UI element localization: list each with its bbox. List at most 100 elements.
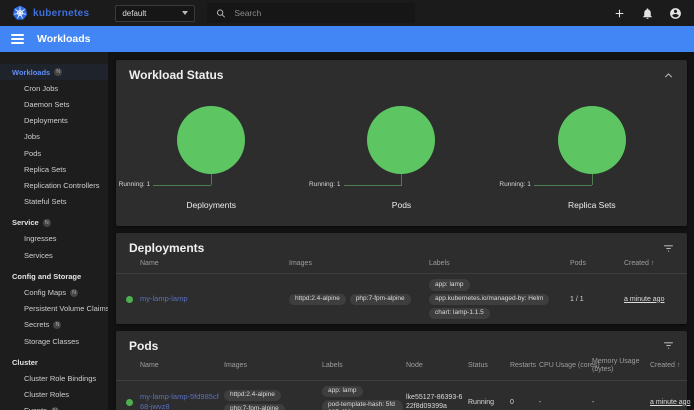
column-header-created[interactable]: Created ↑ [624,260,677,268]
menu-hamburger-icon[interactable] [11,34,24,44]
column-header-labels: Labels [429,260,570,268]
image-chip: httpd:2.4-alpine [224,390,281,401]
search-icon [216,8,226,19]
column-header-pods: Pods [570,260,624,268]
user-account-icon[interactable] [669,7,682,20]
sidebar-item-cluster-roles[interactable]: Cluster Roles [0,387,108,403]
column-header-images: Images [289,260,429,268]
pod-name-link[interactable]: my-lamp-lamp-5fd985cf68-jwvz8 [140,392,224,410]
sidebar-section-config-and-storage[interactable]: Config and Storage [0,268,108,284]
column-header-images: Images [224,362,322,370]
namespaced-badge-icon: N [43,219,51,227]
label-chip: pod-template-hash: 5fd985cf68 [322,400,403,410]
namespaced-badge-icon: N [70,289,78,297]
sidebar-item-services[interactable]: Services [0,247,108,263]
add-resource-icon[interactable] [613,7,626,20]
sort-ascending-icon: ↑ [651,260,655,268]
chevron-down-icon [182,11,188,15]
label-chip: app.kubernetes.io/managed-by: Helm [429,294,549,305]
pod-cpu-usage: - [539,399,592,406]
filter-icon[interactable] [662,242,675,255]
sidebar-item-deployments[interactable]: Deployments [0,113,108,129]
search-bar[interactable] [207,3,415,23]
legend-connector [534,185,592,186]
sidebar-item-jobs[interactable]: Jobs [0,129,108,145]
sidebar-item-daemon-sets[interactable]: Daemon Sets [0,96,108,112]
pods-chart-legend: Running: 1 [309,181,340,188]
created-timestamp: a minute ago [624,296,677,303]
deployments-pie-chart [177,106,245,174]
search-input[interactable] [234,8,406,18]
column-header-cpu: CPU Usage (cores) [539,362,592,370]
image-chip: php:7-fpm-alpine [224,404,285,410]
deployments-card: Deployments Name Images Labels Pods Crea… [116,233,687,324]
sidebar-item-cron-jobs[interactable]: Cron Jobs [0,80,108,96]
page-title: Workloads [37,33,90,45]
sidebar-item-workloads[interactable]: Workloads N [0,64,108,80]
pods-chart: Running: 1 Pods [306,86,496,226]
sidebar-item-events[interactable]: Events N [0,403,108,410]
deployments-chart-title: Deployments [116,200,306,210]
page-toolbar: Workloads [0,26,694,52]
deployments-table-header: Name Images Labels Pods Created ↑ [116,257,687,274]
legend-connector [344,185,402,186]
sort-ascending-icon: ↑ [677,362,681,370]
legend-connector [211,174,212,185]
sidebar-item-ingresses[interactable]: Ingresses [0,231,108,247]
deployments-chart: Running: 1 Deployments [116,86,306,226]
created-timestamp: a minute ago [650,399,690,406]
namespace-value: default [122,9,146,18]
sidebar-section-cluster[interactable]: Cluster [0,354,108,370]
pods-chart-title: Pods [306,200,496,210]
workload-status-title: Workload Status [129,68,223,82]
column-header-memory: Memory Usage (bytes) [592,358,650,375]
top-bar-actions [613,7,682,20]
filter-icon[interactable] [662,339,675,352]
pods-table-header: Name Images Labels Node Status Restarts … [116,355,687,381]
pods-card-title: Pods [129,339,158,353]
pod-restarts: 0 [510,399,539,406]
collapse-chevron-up-icon[interactable] [662,69,675,82]
column-header-created[interactable]: Created ↑ [650,362,680,370]
sidebar-item-service[interactable]: Service N [0,215,108,231]
sidebar-item-cluster-role-bindings[interactable]: Cluster Role Bindings [0,370,108,386]
sidebar-item-persistent-volume-claims[interactable]: Persistent Volume Claims N [0,301,108,317]
image-chip: httpd:2.4-alpine [289,294,346,305]
main-content: Workload Status Running: 1 Deployments [108,52,694,410]
deployment-name-link[interactable]: my-lamp-lamp [140,294,289,304]
sidebar-item-config-maps[interactable]: Config Maps N [0,284,108,300]
sidebar-item-secrets[interactable]: Secrets N [0,317,108,333]
sidebar-item-storage-classes[interactable]: Storage Classes [0,333,108,349]
legend-connector [592,174,593,185]
namespace-selector[interactable]: default [115,5,195,22]
image-chip: php:7-fpm-alpine [350,294,411,305]
column-header-name[interactable]: Name [140,260,289,268]
column-header-restarts: Restarts [510,362,539,370]
legend-connector [153,185,211,186]
column-header-status: Status [468,362,510,370]
sidebar-item-replication-controllers[interactable]: Replication Controllers [0,177,108,193]
kubernetes-logo-icon [12,5,28,21]
notifications-bell-icon[interactable] [641,7,654,20]
pods-card: Pods Name Images Labels Node Status Rest… [116,331,687,410]
deployments-card-title: Deployments [129,241,204,255]
column-header-node: Node [406,362,468,370]
deployment-table-row: my-lamp-lamp httpd:2.4-alpine php:7-fpm-… [116,274,687,323]
namespaced-badge-icon: N [54,68,62,76]
deployments-chart-legend: Running: 1 [119,181,150,188]
workload-status-card: Workload Status Running: 1 Deployments [116,60,687,226]
pod-table-row: my-lamp-lamp-5fd985cf68-jwvz8 httpd:2.4-… [116,381,687,410]
replica-sets-chart-legend: Running: 1 [499,181,530,188]
sidebar-item-stateful-sets[interactable]: Stateful Sets [0,194,108,210]
label-chip: app: lamp [429,279,470,290]
status-ok-icon [126,399,133,406]
workload-status-charts: Running: 1 Deployments Running: 1 Pods R… [116,86,687,226]
top-app-bar: kubernetes default [0,0,694,26]
replica-sets-pie-chart [558,106,626,174]
column-header-name[interactable]: Name [140,362,224,370]
label-chip: app: lamp [322,386,363,397]
status-ok-icon [126,296,133,303]
legend-connector [401,174,402,185]
sidebar-item-replica-sets[interactable]: Replica Sets [0,161,108,177]
sidebar-item-pods[interactable]: Pods [0,145,108,161]
